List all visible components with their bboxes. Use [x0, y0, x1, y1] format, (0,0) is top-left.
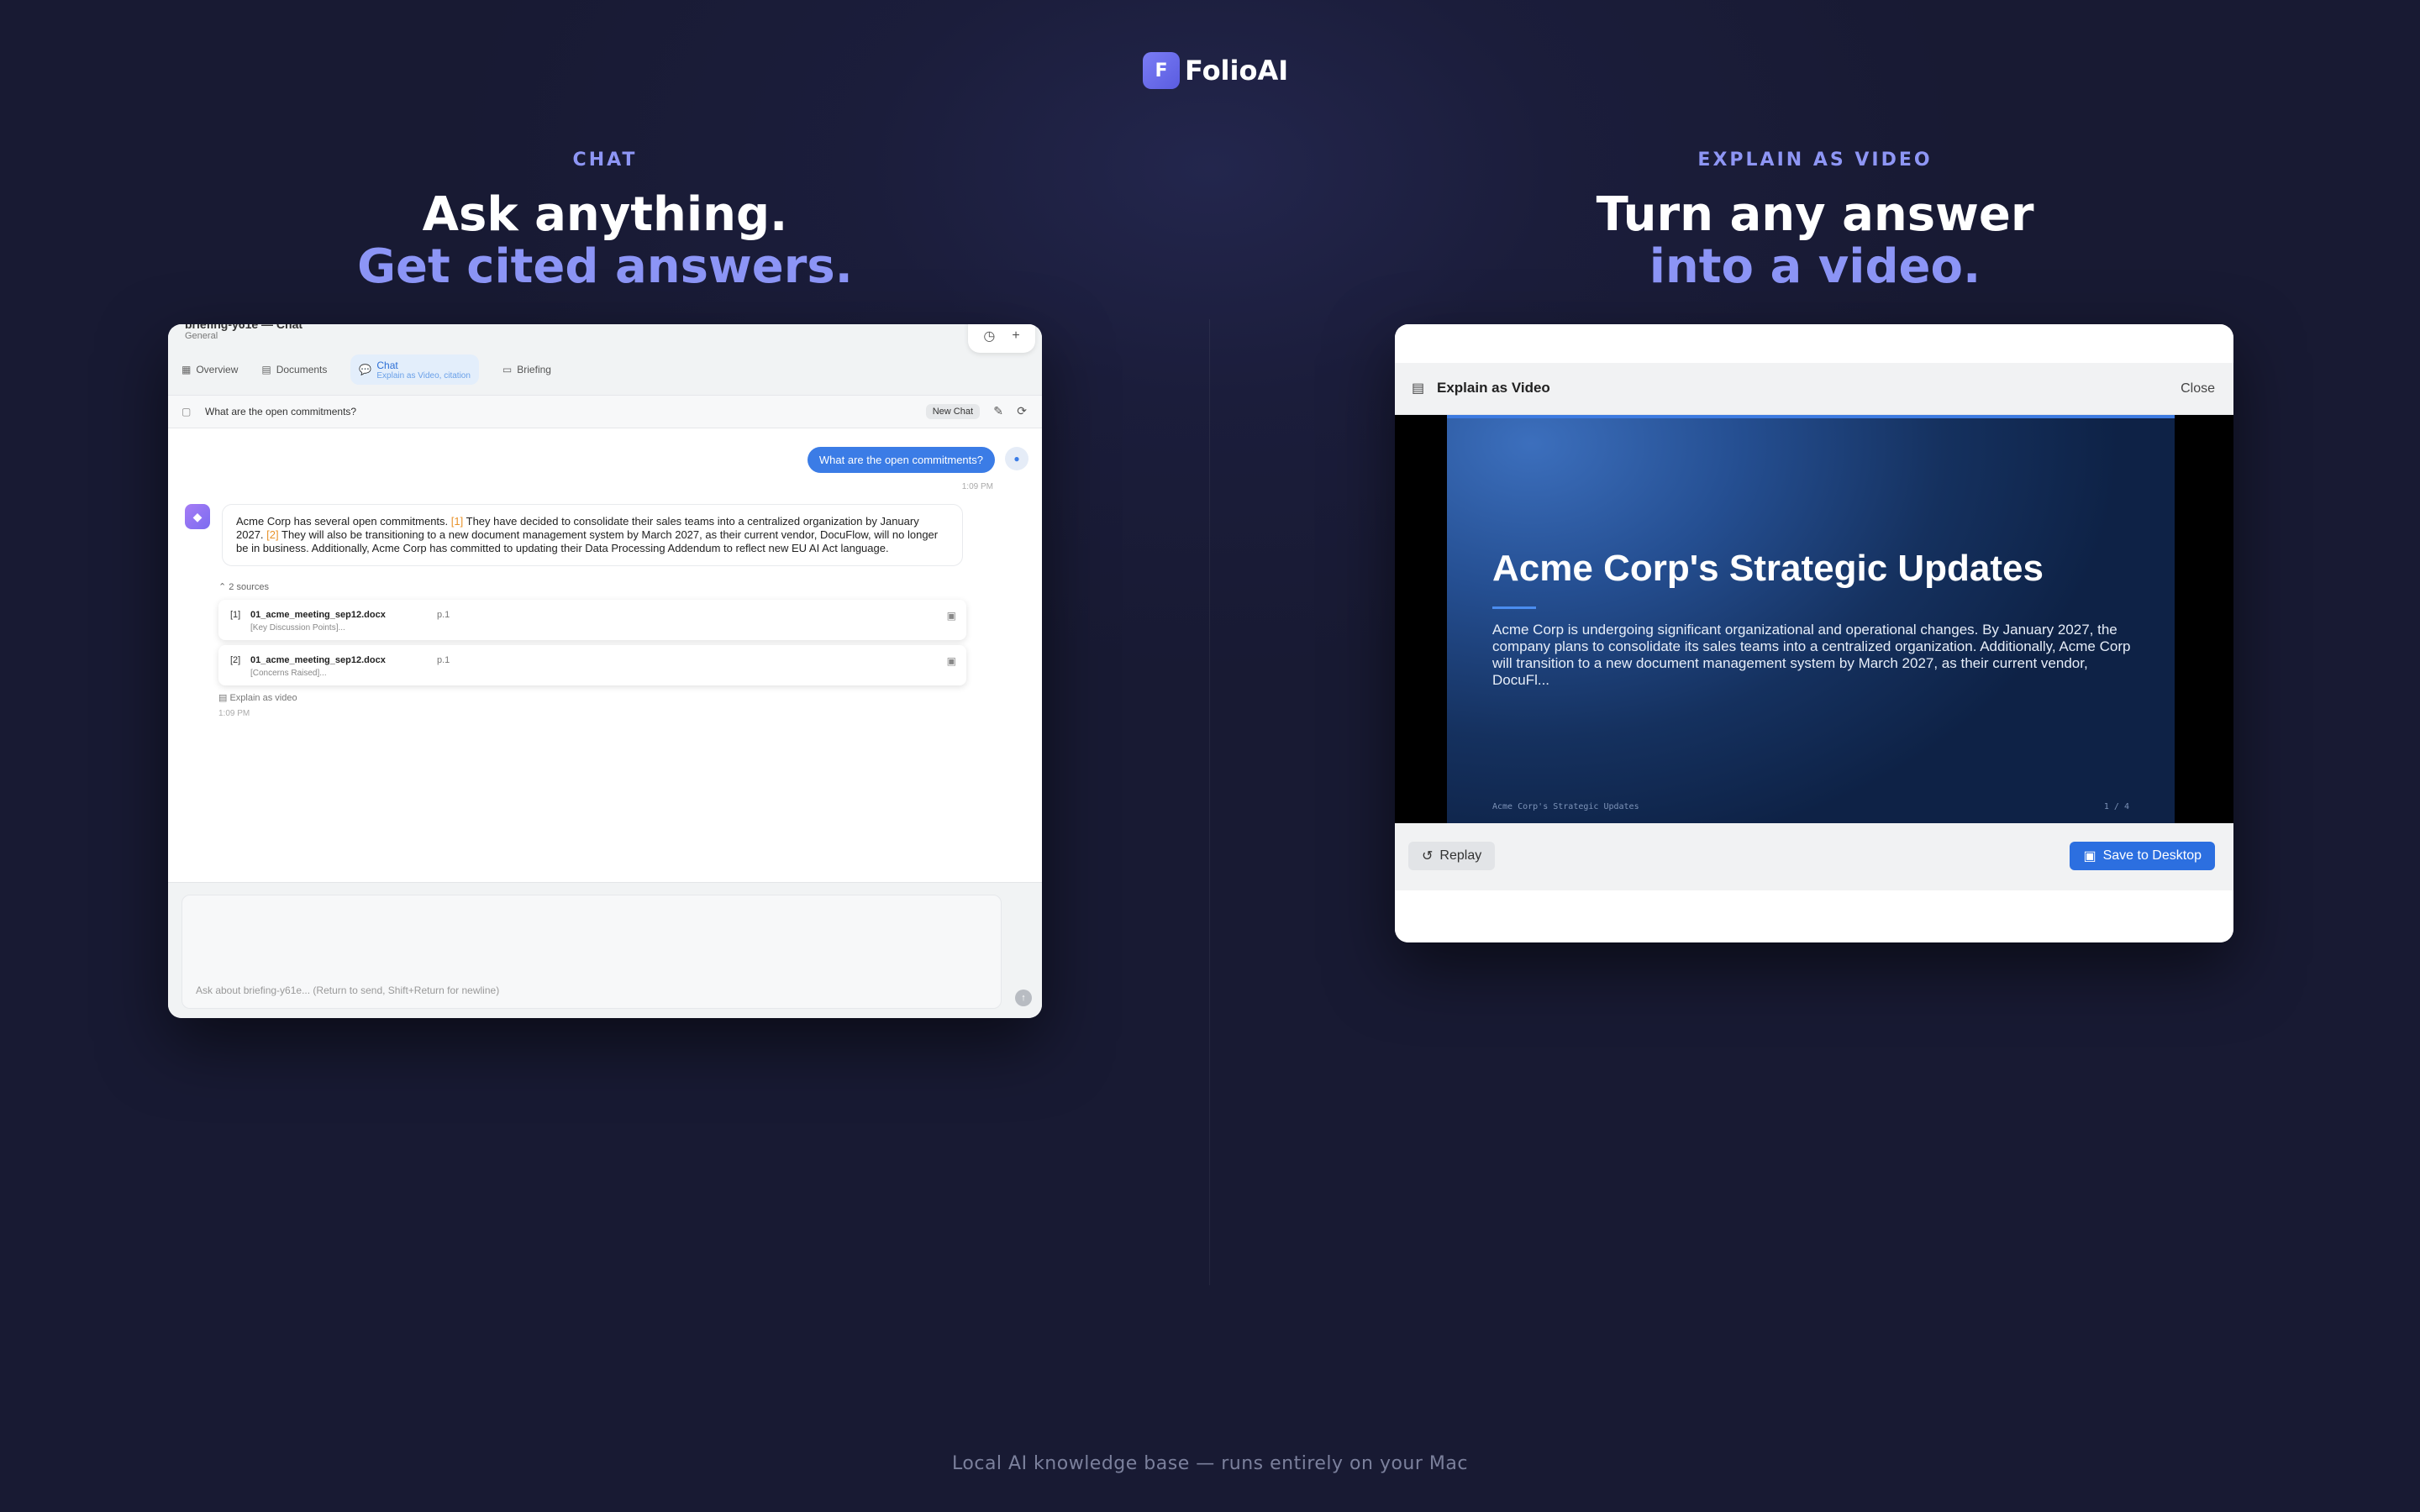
- explain-as-video-link[interactable]: ▤ Explain as video: [218, 692, 297, 703]
- chat-bubble-icon: 💬: [359, 364, 372, 375]
- composer: Ask about briefing-y61e... (Return to se…: [168, 882, 1042, 1018]
- conversations-icon[interactable]: ▢: [182, 406, 191, 417]
- refresh-icon[interactable]: ⟳: [1017, 404, 1027, 418]
- user-avatar-icon: ●: [1005, 447, 1028, 470]
- replay-label: Replay: [1439, 848, 1482, 863]
- brand-logo: F: [1143, 52, 1180, 89]
- replay-icon: ↺: [1422, 849, 1434, 864]
- document-icon: ▤: [261, 364, 271, 375]
- message-input-placeholder: Ask about briefing-y61e... (Return to se…: [196, 984, 500, 996]
- assistant-message: Acme Corp has several open commitments. …: [222, 504, 963, 566]
- assistant-avatar-icon: ◆: [185, 504, 210, 529]
- video-eyebrow: EXPLAIN AS VIDEO: [1697, 150, 1933, 171]
- source-snippet: [Key Discussion Points]...: [250, 623, 345, 633]
- sources-count: 2 sources: [229, 582, 269, 592]
- tab-documents[interactable]: ▤ Documents: [261, 354, 327, 385]
- source-snippet: [Concerns Raised]...: [250, 669, 327, 678]
- chevron-up-icon: ⌃: [218, 582, 227, 592]
- edit-icon[interactable]: ✎: [993, 404, 1003, 418]
- explain-link-label: Explain as video: [229, 693, 297, 703]
- citation-link[interactable]: [1]: [451, 515, 463, 528]
- message-list: What are the open commitments? ● 1:09 PM…: [168, 428, 1042, 882]
- answer-text: Acme Corp has several open commitments.: [236, 515, 451, 528]
- slide-body: Acme Corp is undergoing significant orga…: [1492, 622, 2131, 688]
- replay-button[interactable]: ↺ Replay: [1408, 842, 1496, 870]
- open-document-icon[interactable]: ▣: [947, 610, 956, 622]
- slide-rule: [1492, 606, 1536, 609]
- conversation-title: What are the open commitments?: [205, 406, 357, 417]
- add-icon[interactable]: +: [1012, 328, 1019, 344]
- answer-text: They will also be transitioning to a new…: [236, 528, 939, 554]
- tab-overview[interactable]: ▦ Overview: [182, 354, 238, 385]
- chat-eyebrow: CHAT: [572, 150, 638, 171]
- close-button[interactable]: Close: [2181, 381, 2215, 396]
- grid-icon: ▦: [182, 364, 192, 375]
- chat-heading: CHAT Ask anything. Get cited answers.: [185, 150, 1025, 293]
- tab-briefing[interactable]: ▭ Briefing: [502, 354, 551, 385]
- slide-page-indicator: 1 / 4: [2103, 802, 2129, 811]
- window-actions: ◷ +: [968, 324, 1035, 353]
- chat-window-subtitle: General: [185, 331, 218, 341]
- history-icon[interactable]: ◷: [983, 328, 995, 344]
- save-icon: ▣: [2083, 849, 2096, 864]
- new-chat-button[interactable]: New Chat: [925, 404, 980, 419]
- source-page: p.1: [437, 610, 450, 620]
- chat-headline-1: Ask anything.: [422, 187, 788, 242]
- open-document-icon[interactable]: ▣: [947, 655, 956, 667]
- video-header: ▤ Explain as Video Close: [1395, 363, 2233, 415]
- sources-toggle[interactable]: ⌃ 2 sources: [218, 581, 269, 592]
- video-heading: EXPLAIN AS VIDEO Turn any answer into a …: [1395, 150, 2235, 293]
- citation-link[interactable]: [2]: [266, 528, 278, 541]
- chat-window-title: briefing-y61e — Chat: [185, 324, 303, 331]
- tab-label: Chat: [376, 359, 398, 371]
- video-window: ▤ Explain as Video Close Acme Corp's Str…: [1395, 324, 2233, 942]
- window-strip: [1395, 324, 2233, 363]
- video-header-title: Explain as Video: [1437, 380, 1550, 396]
- brand: F FolioAI: [1143, 52, 1288, 89]
- assistant-message-time: 1:09 PM: [218, 709, 250, 718]
- video-headline-1: Turn any answer: [1596, 187, 2034, 242]
- tagline: Local AI knowledge base — runs entirely …: [952, 1453, 1468, 1474]
- source-file: 01_acme_meeting_sep12.docx: [250, 655, 386, 665]
- tab-bar: ▦ Overview ▤ Documents 💬 Chat Explain as…: [182, 354, 551, 385]
- conversation-bar: ▢ What are the open commitments? New Cha…: [168, 395, 1042, 428]
- briefcase-icon: ▭: [502, 364, 513, 375]
- video-icon: ▤: [218, 693, 228, 703]
- brand-name: FolioAI: [1185, 55, 1289, 87]
- chat-headline-2: Get cited answers.: [357, 239, 853, 294]
- save-to-desktop-button[interactable]: ▣ Save to Desktop: [2070, 842, 2215, 870]
- slide-footer: Acme Corp's Strategic Updates: [1492, 802, 1639, 811]
- tab-label: Overview: [196, 364, 239, 375]
- chat-toolbar: briefing-y61e — Chat General ◷ + ▦ Overv…: [168, 324, 1042, 395]
- send-button[interactable]: ↑: [1015, 990, 1032, 1006]
- tab-label: Documents: [276, 364, 328, 375]
- source-card[interactable]: [1] 01_acme_meeting_sep12.docx p.1 [Key …: [218, 600, 966, 640]
- video-player[interactable]: Acme Corp's Strategic Updates Acme Corp …: [1395, 415, 2233, 823]
- source-file: 01_acme_meeting_sep12.docx: [250, 610, 386, 620]
- window-bottom: [1395, 890, 2233, 942]
- tab-sublabel: Explain as Video, citation: [376, 370, 471, 381]
- slide-title: Acme Corp's Strategic Updates: [1492, 548, 2044, 589]
- video-slide: Acme Corp's Strategic Updates Acme Corp …: [1447, 415, 2175, 823]
- column-divider: [1209, 319, 1210, 1285]
- source-number: [2]: [230, 655, 241, 665]
- tab-label: Briefing: [517, 364, 551, 375]
- chat-window: briefing-y61e — Chat General ◷ + ▦ Overv…: [168, 324, 1042, 1018]
- source-page: p.1: [437, 655, 450, 665]
- save-label: Save to Desktop: [2102, 848, 2202, 863]
- user-message-time: 1:09 PM: [961, 482, 993, 491]
- new-chat-label: New Chat: [932, 407, 973, 417]
- user-message: What are the open commitments?: [807, 447, 995, 473]
- video-icon: ▤: [1412, 381, 1425, 396]
- tab-chat[interactable]: 💬 Chat Explain as Video, citation: [350, 354, 479, 385]
- video-controls: ↺ Replay ▣ Save to Desktop: [1395, 823, 2233, 890]
- source-number: [1]: [230, 610, 241, 620]
- video-headline-2: into a video.: [1649, 239, 1981, 294]
- message-input[interactable]: Ask about briefing-y61e... (Return to se…: [182, 895, 1002, 1009]
- source-card[interactable]: [2] 01_acme_meeting_sep12.docx p.1 [Conc…: [218, 645, 966, 685]
